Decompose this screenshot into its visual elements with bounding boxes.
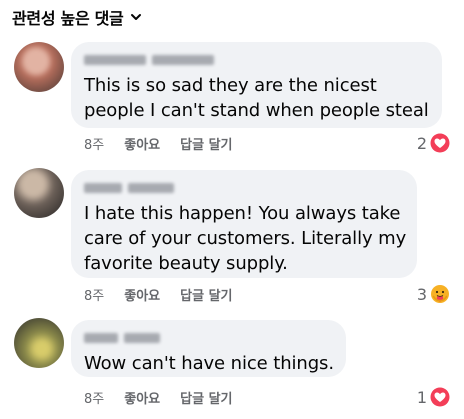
reaction-count: 3 xyxy=(416,284,427,304)
author-name-redacted[interactable] xyxy=(84,53,428,67)
author-name-redacted[interactable] xyxy=(84,331,332,345)
avatar[interactable] xyxy=(14,42,64,92)
heart-icon xyxy=(430,387,450,407)
comment-time[interactable]: 8주 xyxy=(84,388,104,407)
like-button[interactable]: 좋아요 xyxy=(124,388,160,407)
comment-time[interactable]: 8주 xyxy=(84,285,104,304)
comment-text-line: favorite beauty supply. xyxy=(84,253,288,274)
reply-button[interactable]: 답글 달기 xyxy=(180,134,232,153)
comment-actions: 8주 좋아요 답글 달기 xyxy=(84,133,233,153)
sort-dropdown[interactable]: 관련성 높은 댓글 xyxy=(12,3,142,31)
comment-time[interactable]: 8주 xyxy=(84,134,104,153)
reaction-summary[interactable]: 2 xyxy=(417,132,450,154)
reply-button[interactable]: 답글 달기 xyxy=(180,285,232,304)
comment-text-line: I hate this happen! You always take xyxy=(84,203,401,224)
reaction-summary[interactable]: 3 xyxy=(417,283,450,305)
comment-bubble: Wow can't have nice things. xyxy=(71,320,346,377)
comment-actions: 8주 좋아요 답글 달기 xyxy=(84,284,233,304)
comment-text-line: Wow can't have nice things. xyxy=(84,353,334,374)
comment-bubble: This is so sad they are the nicest peopl… xyxy=(71,42,442,128)
comment-text-line: people I can't stand when people steal xyxy=(84,100,429,121)
like-button[interactable]: 좋아요 xyxy=(124,285,160,304)
reaction-count: 1 xyxy=(416,387,427,407)
chevron-down-icon xyxy=(131,14,142,20)
comment-bubble: I hate this happen! You always take care… xyxy=(71,170,417,278)
reply-button[interactable]: 답글 달기 xyxy=(180,388,232,407)
comment-actions: 8주 좋아요 답글 달기 xyxy=(84,387,233,407)
avatar[interactable] xyxy=(14,318,64,368)
author-name-redacted[interactable] xyxy=(84,181,403,195)
reaction-count: 2 xyxy=(416,133,427,153)
care-icon xyxy=(431,285,449,303)
heart-icon xyxy=(430,133,450,153)
reaction-summary[interactable]: 1 xyxy=(417,386,450,408)
comment-text-line: This is so sad they are the nicest xyxy=(84,75,377,96)
avatar[interactable] xyxy=(14,168,64,218)
sort-label: 관련성 높은 댓글 xyxy=(12,9,124,28)
comment-text-line: care of your customers. Literally my xyxy=(84,228,407,249)
like-button[interactable]: 좋아요 xyxy=(124,134,160,153)
